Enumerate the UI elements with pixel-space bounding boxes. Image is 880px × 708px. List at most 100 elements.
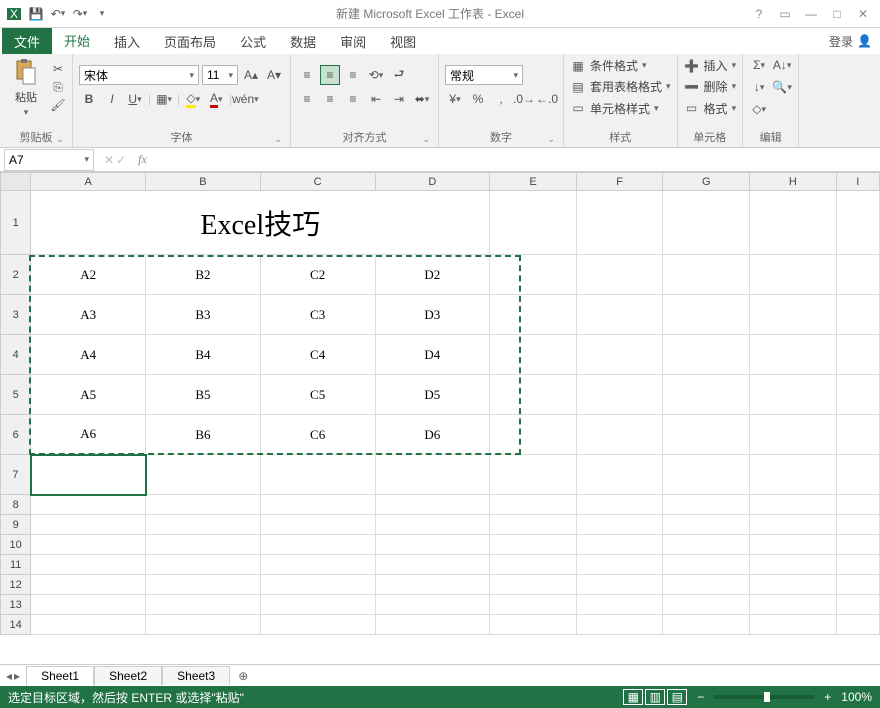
copy-icon[interactable]: ⎘ bbox=[50, 79, 66, 95]
col-H[interactable]: H bbox=[750, 173, 837, 191]
title-cell[interactable]: Excel技巧 bbox=[31, 191, 490, 255]
sort-filter-icon[interactable]: A↓▾ bbox=[772, 55, 792, 75]
insert-cells-button[interactable]: ➕插入▾ bbox=[684, 56, 737, 75]
border-button[interactable]: ▦▾ bbox=[154, 89, 174, 109]
qat-customize-icon[interactable]: ▾ bbox=[92, 4, 112, 24]
format-painter-icon[interactable]: 🖌 bbox=[50, 97, 66, 113]
col-G[interactable]: G bbox=[663, 173, 750, 191]
row-1[interactable]: 1 bbox=[1, 191, 31, 255]
fx-icon[interactable]: fx bbox=[132, 152, 153, 167]
fill-icon[interactable]: ↓▾ bbox=[749, 77, 769, 97]
phonetic-button[interactable]: wén▾ bbox=[235, 89, 255, 109]
minimize-icon[interactable]: — bbox=[800, 4, 822, 24]
align-right-icon[interactable]: ≡ bbox=[343, 89, 363, 109]
currency-icon[interactable]: ¥▾ bbox=[445, 89, 465, 109]
enter-formula-icon[interactable]: ✓ bbox=[116, 153, 126, 167]
view-normal-icon[interactable]: ▦ bbox=[623, 689, 643, 705]
wrap-text-icon[interactable]: ⮐ bbox=[389, 65, 409, 85]
active-cell[interactable] bbox=[31, 455, 146, 495]
inc-decimal-icon[interactable]: .0→ bbox=[514, 89, 534, 109]
user-icon[interactable]: 👤 bbox=[857, 34, 872, 48]
merge-button[interactable]: ⬌▾ bbox=[412, 89, 432, 109]
col-D[interactable]: D bbox=[375, 173, 490, 191]
sheet-nav-next-icon[interactable]: ▸ bbox=[14, 669, 20, 683]
zoom-in-button[interactable]: + bbox=[824, 690, 831, 704]
save-icon[interactable]: 💾 bbox=[26, 4, 46, 24]
col-C[interactable]: C bbox=[260, 173, 375, 191]
tab-home[interactable]: 开始 bbox=[52, 27, 102, 56]
italic-button[interactable]: I bbox=[102, 89, 122, 109]
sheet-tab-1[interactable]: Sheet1 bbox=[26, 666, 94, 686]
login-link[interactable]: 登录 bbox=[829, 33, 853, 50]
view-pagebreak-icon[interactable]: ▤ bbox=[667, 689, 687, 705]
ribbon-opts-icon[interactable]: ▭ bbox=[774, 4, 796, 24]
help-icon[interactable]: ? bbox=[748, 4, 770, 24]
row-9[interactable]: 9 bbox=[1, 515, 31, 535]
table-format-button[interactable]: ▤套用表格格式▾ bbox=[570, 77, 671, 96]
align-bottom-icon[interactable]: ≡ bbox=[343, 65, 363, 85]
col-A[interactable]: A bbox=[31, 173, 146, 191]
worksheet-grid[interactable]: A B C D E F G H I 1Excel技巧 2A2B2C2D2 3A3… bbox=[0, 172, 880, 664]
delete-cells-button[interactable]: ➖删除▾ bbox=[684, 77, 737, 96]
row-11[interactable]: 11 bbox=[1, 555, 31, 575]
cut-icon[interactable]: ✂ bbox=[50, 61, 66, 77]
orientation-icon[interactable]: ⟲▾ bbox=[366, 65, 386, 85]
tab-review[interactable]: 审阅 bbox=[328, 28, 378, 55]
indent-dec-icon[interactable]: ⇤ bbox=[366, 89, 386, 109]
new-sheet-button[interactable]: ⊕ bbox=[230, 667, 256, 685]
align-left-icon[interactable]: ≡ bbox=[297, 89, 317, 109]
row-6[interactable]: 6 bbox=[1, 415, 31, 455]
name-box[interactable]: A7▾ bbox=[4, 149, 94, 171]
cond-format-button[interactable]: ▦条件格式▾ bbox=[570, 56, 671, 75]
select-all-corner[interactable] bbox=[1, 173, 31, 191]
clear-icon[interactable]: ◇▾ bbox=[749, 99, 769, 119]
row-13[interactable]: 13 bbox=[1, 595, 31, 615]
align-top-icon[interactable]: ≡ bbox=[297, 65, 317, 85]
cancel-formula-icon[interactable]: ✕ bbox=[104, 153, 114, 167]
fill-color-button[interactable]: ◇▾ bbox=[183, 89, 203, 109]
zoom-level[interactable]: 100% bbox=[841, 690, 872, 704]
percent-icon[interactable]: % bbox=[468, 89, 488, 109]
col-E[interactable]: E bbox=[490, 173, 577, 191]
dec-decimal-icon[interactable]: ←.0 bbox=[537, 89, 557, 109]
row-10[interactable]: 10 bbox=[1, 535, 31, 555]
formula-input[interactable] bbox=[153, 149, 880, 171]
row-12[interactable]: 12 bbox=[1, 575, 31, 595]
row-4[interactable]: 4 bbox=[1, 335, 31, 375]
tab-data[interactable]: 数据 bbox=[278, 28, 328, 55]
tab-formula[interactable]: 公式 bbox=[228, 28, 278, 55]
font-size-combo[interactable]: 11▾ bbox=[202, 65, 238, 85]
sheet-nav-prev-icon[interactable]: ◂ bbox=[6, 669, 12, 683]
col-B[interactable]: B bbox=[146, 173, 261, 191]
sheet-tab-2[interactable]: Sheet2 bbox=[94, 666, 162, 685]
row-5[interactable]: 5 bbox=[1, 375, 31, 415]
find-icon[interactable]: 🔍▾ bbox=[772, 77, 792, 97]
align-middle-icon[interactable]: ≡ bbox=[320, 65, 340, 85]
paste-button[interactable]: 粘贴 ▾ bbox=[6, 56, 46, 118]
sheet-tab-3[interactable]: Sheet3 bbox=[162, 666, 230, 685]
col-I[interactable]: I bbox=[836, 173, 879, 191]
tab-insert[interactable]: 插入 bbox=[102, 28, 152, 55]
font-name-combo[interactable]: 宋体▾ bbox=[79, 65, 199, 85]
view-pagelayout-icon[interactable]: ▥ bbox=[645, 689, 665, 705]
zoom-out-button[interactable]: − bbox=[697, 690, 704, 704]
row-8[interactable]: 8 bbox=[1, 495, 31, 515]
col-F[interactable]: F bbox=[576, 173, 663, 191]
excel-icon[interactable]: X bbox=[4, 4, 24, 24]
number-format-combo[interactable]: 常规▾ bbox=[445, 65, 523, 85]
autosum-icon[interactable]: Σ▾ bbox=[749, 55, 769, 75]
underline-button[interactable]: U▾ bbox=[125, 89, 145, 109]
undo-icon[interactable]: ↶▾ bbox=[48, 4, 68, 24]
tab-layout[interactable]: 页面布局 bbox=[152, 28, 228, 55]
tab-file[interactable]: 文件 bbox=[2, 28, 52, 55]
grow-font-icon[interactable]: A▴ bbox=[241, 65, 261, 85]
format-cells-button[interactable]: ▭格式▾ bbox=[684, 99, 737, 118]
bold-button[interactable]: B bbox=[79, 89, 99, 109]
redo-icon[interactable]: ↷▾ bbox=[70, 4, 90, 24]
row-14[interactable]: 14 bbox=[1, 615, 31, 635]
close-icon[interactable]: ✕ bbox=[852, 4, 874, 24]
maximize-icon[interactable]: □ bbox=[826, 4, 848, 24]
tab-view[interactable]: 视图 bbox=[378, 28, 428, 55]
row-2[interactable]: 2 bbox=[1, 255, 31, 295]
comma-icon[interactable]: , bbox=[491, 89, 511, 109]
